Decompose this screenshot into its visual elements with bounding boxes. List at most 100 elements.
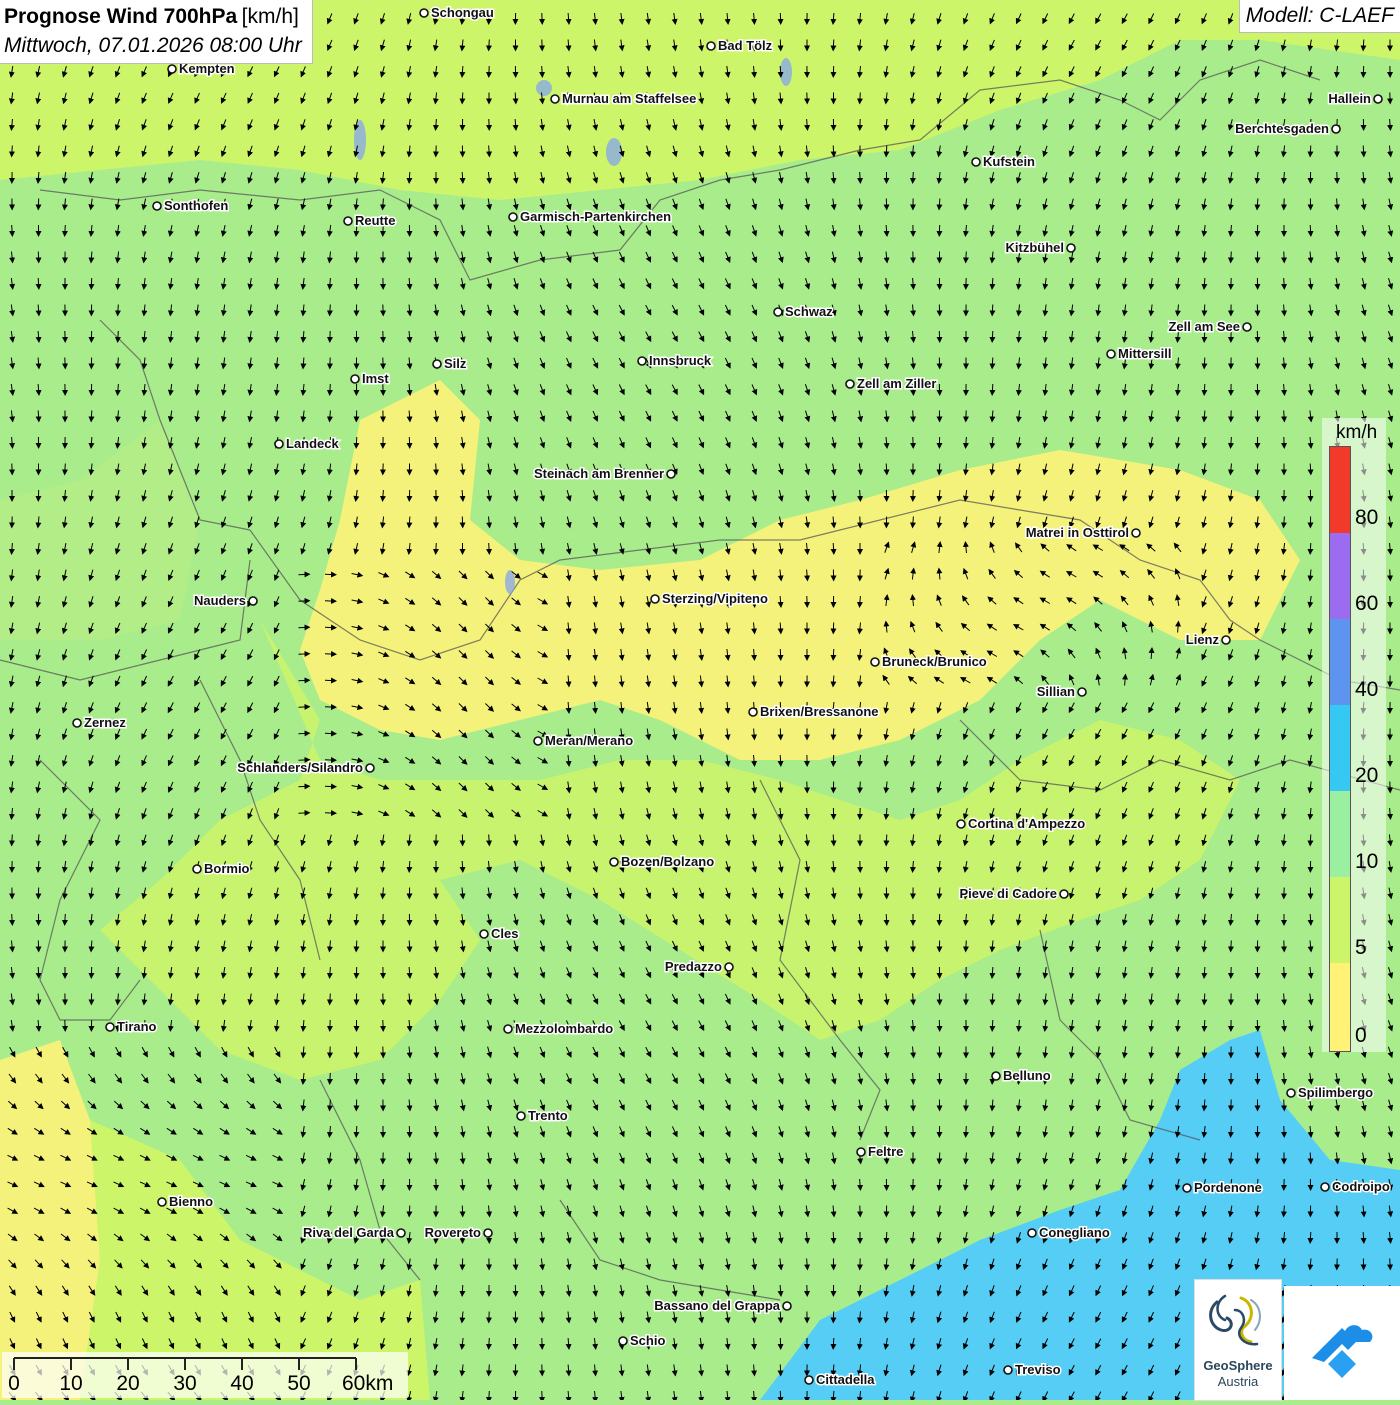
city-dot	[551, 95, 559, 103]
city-label: Nauders	[194, 593, 246, 608]
city-dot	[153, 202, 161, 210]
city-berchtesgaden: Berchtesgaden	[1235, 121, 1340, 136]
scale-bar: 0 10 20 30 40 50 60km	[2, 1352, 408, 1398]
wind-arrow	[1284, 1100, 1285, 1110]
city-label: Tirano	[117, 1019, 157, 1034]
wind-arrow	[1363, 1232, 1364, 1242]
wind-arrow	[1204, 358, 1205, 368]
wind-arrow	[913, 172, 914, 182]
wind-arrow	[118, 305, 119, 315]
city-label: Murnau am Staffelsee	[562, 91, 696, 106]
legend-label-0: 0	[1355, 1024, 1367, 1048]
legend-unit: km/h	[1336, 422, 1377, 444]
wind-arrow	[330, 994, 331, 1004]
wind-arrow	[833, 835, 834, 845]
app-logo[interactable]	[1284, 1286, 1400, 1400]
scale-label-60km: 60km	[342, 1372, 393, 1396]
city-label: Pordenone	[1194, 1180, 1262, 1195]
city-dot	[725, 963, 733, 971]
legend-seg-purple	[1330, 533, 1350, 619]
city-label: Pieve di Cadore	[959, 886, 1057, 901]
city-bozen-bolzano: Bozen/Bolzano	[610, 854, 714, 869]
city-pieve-di-cadore: Pieve di Cadore	[959, 886, 1068, 901]
city-dot	[846, 380, 854, 388]
city-codroipo: Codroipo	[1321, 1179, 1390, 1194]
wind-arrow	[462, 93, 463, 103]
wind-arrow	[913, 411, 914, 421]
wind-arrow	[462, 172, 463, 182]
mountain-cloud-icon	[1284, 1286, 1400, 1400]
wind-arrow	[1204, 1020, 1205, 1030]
city-label: Bienno	[169, 1194, 213, 1209]
wind-arrow	[1390, 1259, 1391, 1269]
wind-arrow	[780, 66, 781, 76]
wind-arrow	[515, 93, 516, 103]
scale-label-30: 30	[173, 1372, 196, 1396]
city-label: Zell am See	[1168, 319, 1240, 334]
city-label: Predazzo	[665, 959, 722, 974]
city-matrei-in-osttirol: Matrei in Osttirol	[1026, 525, 1140, 540]
geosphere-name: GeoSphere	[1195, 1358, 1281, 1373]
city-label: Rovereto	[425, 1225, 481, 1240]
wind-arrow	[299, 707, 309, 708]
wind-arrow	[966, 1126, 967, 1136]
wind-arrow	[1310, 464, 1311, 474]
city-schongau: Schongau	[420, 5, 494, 20]
wind-arrow	[886, 146, 887, 156]
legend-label-10: 10	[1355, 850, 1378, 874]
city-dot	[1332, 125, 1340, 133]
city-label: Schio	[630, 1333, 665, 1348]
wind-arrow	[299, 627, 309, 628]
city-riva-del-garda: Riva del Garda	[303, 1225, 405, 1240]
city-dot	[275, 440, 283, 448]
city-dot	[871, 658, 879, 666]
wind-arrow	[1310, 1232, 1311, 1242]
wind-arrow	[299, 601, 309, 602]
city-label: Bormio	[204, 861, 250, 876]
city-label: Silz	[444, 356, 467, 371]
city-label: Meran/Merano	[545, 733, 633, 748]
city-dot	[972, 158, 980, 166]
wind-arrow	[330, 305, 331, 315]
geosphere-swirl-icon	[1195, 1280, 1281, 1356]
city-spilimbergo: Spilimbergo	[1287, 1085, 1373, 1100]
legend-color-bar	[1329, 446, 1351, 1052]
city-label: Zernez	[84, 715, 126, 730]
city-dot	[1107, 350, 1115, 358]
wind-map[interactable]: SchongauBad TölzKemptenMurnau am Staffel…	[0, 0, 1400, 1400]
wind-arrow	[489, 835, 490, 845]
wind-arrow	[1363, 40, 1364, 50]
city-label: Belluno	[1003, 1068, 1051, 1083]
wind-arrow	[1310, 835, 1311, 845]
city-label: Treviso	[1015, 1362, 1061, 1377]
geosphere-logo[interactable]: GeoSphere Austria	[1194, 1279, 1282, 1401]
wind-arrow	[409, 861, 410, 871]
city-dot	[106, 1023, 114, 1031]
wind-arrow	[299, 680, 309, 681]
wind-arrow	[833, 146, 834, 156]
wind-arrow	[780, 1312, 781, 1322]
wind-arrow	[1257, 914, 1258, 924]
city-dot	[1222, 636, 1230, 644]
city-label: Schlanders/Silandro	[237, 760, 363, 775]
city-label: Bad Tölz	[718, 38, 773, 53]
wind-arrow	[833, 1232, 834, 1242]
wind-arrow	[462, 861, 463, 871]
wind-arrow	[299, 733, 309, 734]
city-label: Kitzbühel	[1006, 240, 1065, 255]
city-innsbruck: Innsbruck	[638, 353, 712, 368]
wind-arrow	[462, 1285, 463, 1295]
city-label: Bozen/Bolzano	[621, 854, 714, 869]
city-dot	[1132, 529, 1140, 537]
city-dot	[783, 1302, 791, 1310]
geosphere-country: Austria	[1195, 1374, 1281, 1389]
city-label: Steinach am Brenner	[534, 466, 664, 481]
wind-arrow	[886, 1232, 887, 1242]
city-dot	[992, 1072, 1000, 1080]
city-dot	[667, 470, 675, 478]
wind-arrow	[436, 543, 437, 553]
city-label: Sterzing/Vipiteno	[662, 591, 768, 606]
city-label: Brixen/Bressanone	[760, 704, 879, 719]
wind-arrow	[886, 464, 887, 474]
wind-arrow	[1257, 464, 1258, 474]
